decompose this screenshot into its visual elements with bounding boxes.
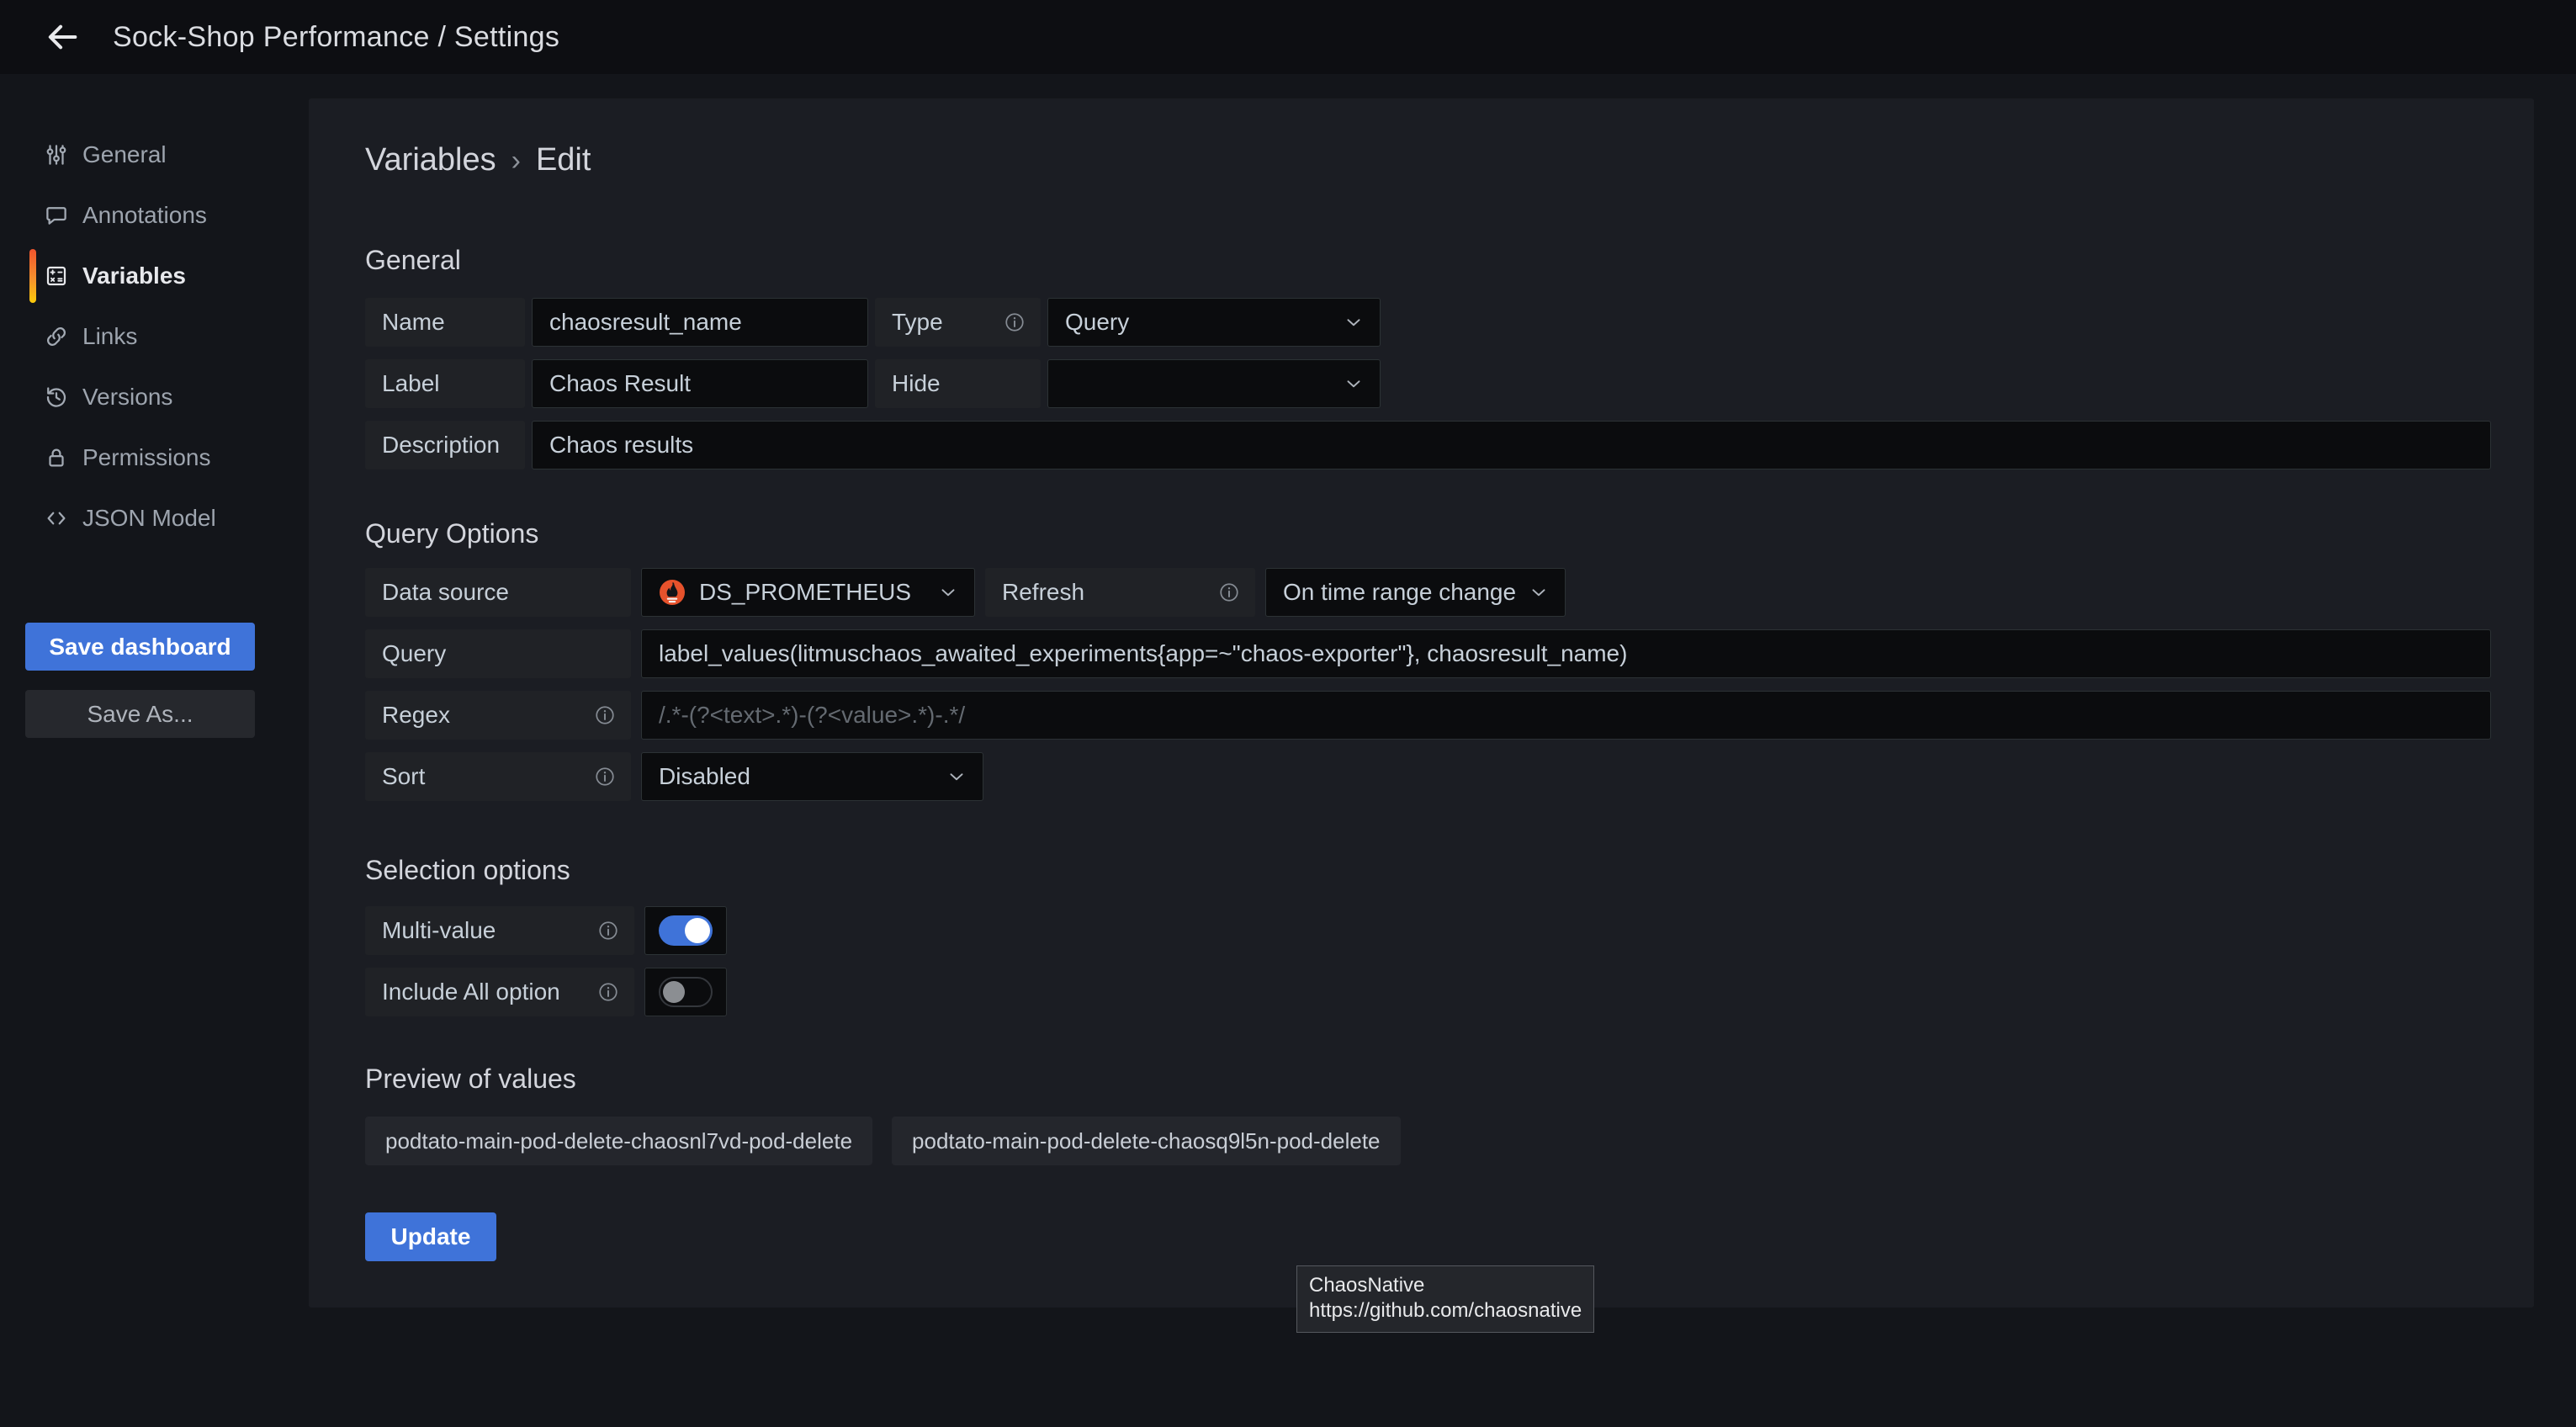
info-icon[interactable]: [1004, 311, 1026, 333]
update-button[interactable]: Update: [365, 1212, 496, 1261]
sort-label: Sort: [365, 752, 631, 801]
info-icon[interactable]: [594, 704, 616, 726]
chevron-down-icon: [1528, 581, 1550, 603]
info-icon[interactable]: [1218, 581, 1240, 603]
chaosnative-tooltip: ChaosNative https://github.com/chaosnati…: [1296, 1265, 1594, 1333]
sidebar-item-label: Versions: [82, 384, 172, 411]
breadcrumb-separator: ›: [511, 143, 521, 178]
sidebar-item-annotations[interactable]: Annotations: [0, 185, 309, 246]
sort-select[interactable]: Disabled: [641, 752, 983, 801]
data-source-select[interactable]: DS_PROMETHEUS: [641, 568, 975, 617]
label-input[interactable]: [532, 359, 868, 408]
include-all-toggle[interactable]: [659, 977, 713, 1007]
selection-options-heading: Selection options: [365, 855, 2534, 886]
name-label: Name: [365, 298, 525, 347]
tooltip-title: ChaosNative: [1309, 1273, 1582, 1298]
save-dashboard-button[interactable]: Save dashboard: [25, 623, 255, 671]
sidebar-item-json-model[interactable]: JSON Model: [0, 488, 309, 549]
description-input[interactable]: [532, 421, 2491, 469]
lock-icon: [44, 445, 69, 470]
info-icon[interactable]: [597, 920, 619, 942]
query-label: Query: [365, 629, 631, 678]
sidebar-item-general[interactable]: General: [0, 125, 309, 185]
query-input[interactable]: [641, 629, 2491, 678]
info-icon[interactable]: [597, 981, 619, 1003]
link-icon: [44, 324, 69, 349]
settings-content-panel: Variables › Edit General Name Type Query…: [309, 98, 2534, 1308]
preview-heading: Preview of values: [365, 1064, 2534, 1095]
breadcrumb-current-page: Edit: [536, 142, 591, 178]
sidebar-item-label: JSON Model: [82, 505, 216, 532]
info-icon[interactable]: [594, 766, 616, 788]
back-arrow-icon[interactable]: [42, 17, 82, 57]
sidebar-item-links[interactable]: Links: [0, 306, 309, 367]
settings-sidebar: General Annotations Variables Links: [0, 74, 309, 1427]
chevron-down-icon: [946, 766, 967, 788]
chevron-down-icon: [1343, 373, 1365, 395]
multi-value-toggle-box: [644, 906, 727, 955]
code-icon: [44, 506, 69, 531]
regex-label: Regex: [365, 691, 631, 740]
save-as-button[interactable]: Save As...: [25, 690, 255, 738]
type-label: Type: [875, 298, 1041, 347]
history-icon: [44, 385, 69, 410]
type-select[interactable]: Query: [1047, 298, 1381, 347]
query-options-heading: Query Options: [365, 518, 2534, 549]
page-title: Sock-Shop Performance / Settings: [113, 21, 559, 54]
breadcrumb-variables-link[interactable]: Variables: [365, 142, 496, 178]
include-all-toggle-box: [644, 968, 727, 1016]
include-all-label: Include All option: [365, 968, 634, 1016]
description-label: Description: [365, 421, 525, 469]
breadcrumb: Variables › Edit: [365, 141, 2534, 179]
sidebar-item-label: Permissions: [82, 444, 210, 471]
general-section-heading: General: [365, 245, 2534, 276]
tooltip-url: https://github.com/chaosnative: [1309, 1298, 1582, 1324]
preview-value-chip: podtato-main-pod-delete-chaosq9l5n-pod-d…: [892, 1117, 1401, 1165]
sidebar-item-versions[interactable]: Versions: [0, 367, 309, 427]
refresh-label: Refresh: [985, 568, 1255, 617]
prometheus-icon: [659, 579, 686, 606]
multi-value-label: Multi-value: [365, 906, 634, 955]
top-header: Sock-Shop Performance / Settings: [0, 0, 2576, 74]
sidebar-item-label: Links: [82, 323, 137, 350]
refresh-select[interactable]: On time range change: [1265, 568, 1566, 617]
comment-icon: [44, 203, 69, 228]
hide-select[interactable]: [1047, 359, 1381, 408]
sidebar-item-label: General: [82, 141, 167, 168]
chevron-down-icon: [1343, 311, 1365, 333]
data-source-label: Data source: [365, 568, 631, 617]
chevron-down-icon: [937, 581, 959, 603]
sidebar-item-variables[interactable]: Variables: [0, 246, 309, 306]
name-input[interactable]: [532, 298, 868, 347]
hide-label: Hide: [875, 359, 1041, 408]
regex-input[interactable]: [641, 691, 2491, 740]
preview-values: podtato-main-pod-delete-chaosnl7vd-pod-d…: [365, 1117, 2534, 1165]
preview-value-chip: podtato-main-pod-delete-chaosnl7vd-pod-d…: [365, 1117, 872, 1165]
label-label: Label: [365, 359, 525, 408]
sliders-icon: [44, 142, 69, 167]
calculator-icon: [44, 263, 69, 289]
sidebar-item-label: Annotations: [82, 202, 207, 229]
sidebar-item-label: Variables: [82, 263, 186, 289]
sidebar-item-permissions[interactable]: Permissions: [0, 427, 309, 488]
multi-value-toggle[interactable]: [659, 915, 713, 946]
